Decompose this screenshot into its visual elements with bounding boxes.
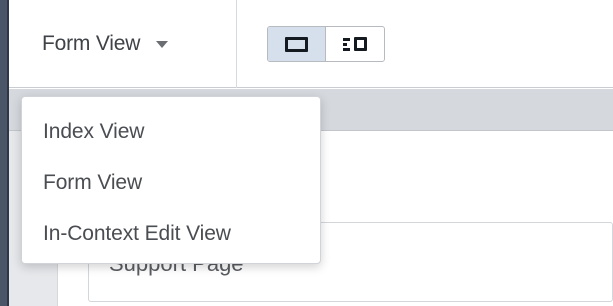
menu-item-in-context-edit-view[interactable]: In-Context Edit View xyxy=(22,212,320,263)
left-edge-bar xyxy=(0,0,9,306)
view-dropdown-menu: Index View Form View In-Context Edit Vie… xyxy=(21,96,321,264)
view-selector-dropdown[interactable]: Form View xyxy=(9,0,237,88)
single-panel-icon xyxy=(285,36,308,52)
menu-item-form-view[interactable]: Form View xyxy=(22,161,320,212)
view-selector-label: Form View xyxy=(42,32,141,55)
menu-item-index-view[interactable]: Index View xyxy=(22,110,320,161)
split-panel-icon xyxy=(343,37,367,51)
single-panel-toggle-button[interactable] xyxy=(268,27,326,61)
layout-toggle-group xyxy=(267,26,385,62)
app-window: Support Page Form View Index View Form V… xyxy=(0,0,613,306)
toolbar: Form View xyxy=(9,0,613,88)
split-panel-toggle-button[interactable] xyxy=(326,27,384,61)
caret-down-icon xyxy=(156,41,169,48)
